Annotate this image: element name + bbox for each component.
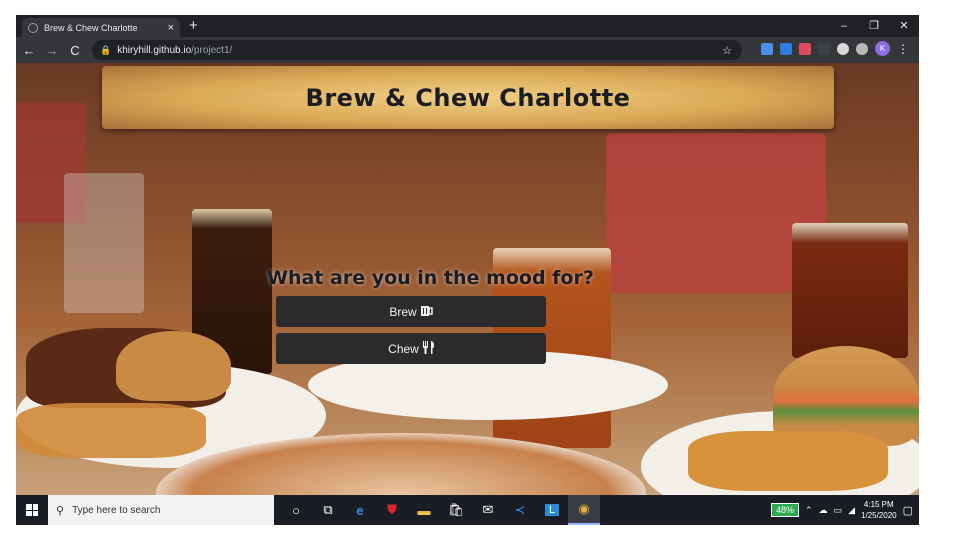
lock-icon: 🔒 [100,44,112,55]
taskbar-apps: ○ ⧉ e ⛊ ▬ 🛍 ✉ ≺ L ◉ [280,495,600,525]
window-controls: – ❐ ✕ [829,15,919,37]
site-header-banner: Brew & Chew Charlotte [102,66,834,129]
bun-left [116,331,231,401]
beer-glass-right [792,223,908,358]
clock-date: 1/25/2020 [861,511,897,520]
chrome-icon[interactable]: ◉ [568,495,600,525]
tab-strip: Brew & Chew Charlotte × + – ❐ ✕ [16,15,919,37]
utensils-icon [422,340,434,357]
mail-icon[interactable]: ✉ [472,495,504,525]
volume-icon[interactable]: ◢ [848,505,855,516]
url-path: /project1/ [191,44,233,56]
browser-menu-icon[interactable]: ⋮ [897,42,909,56]
address-bar[interactable]: 🔒 khiryhill.github.io /project1/ ☆ [92,40,742,60]
battery-indicator[interactable]: 48% [771,503,800,517]
reload-button[interactable]: C [65,43,85,58]
restore-button[interactable]: ❐ [859,15,889,37]
edge-icon[interactable]: e [344,495,376,525]
extension-icon-3[interactable] [818,42,830,55]
cortana-icon[interactable]: ○ [280,495,312,525]
cloud-icon[interactable]: ☁ [819,505,828,516]
windows-logo-icon [26,504,38,516]
system-tray: 48% ⌃ ☁ ▭ ◢ 4:15 PM 1/25/2020 ▢ [771,495,913,525]
file-explorer-icon[interactable]: ▬ [408,495,440,525]
beer-mug-icon [420,305,433,319]
browser-tab[interactable]: Brew & Chew Charlotte × [22,18,180,37]
minimize-button[interactable]: – [829,15,859,37]
tab-close-icon[interactable]: × [168,22,174,34]
network-icon[interactable]: ▭ [834,505,843,516]
mood-question: What are you in the mood for? [267,267,594,289]
browser-toolbar: ← → C 🔒 khiryhill.github.io /project1/ ☆… [16,37,919,63]
mcafee-icon[interactable]: ⛊ [376,495,408,525]
chew-button[interactable]: Chew [276,333,546,364]
start-button[interactable] [16,495,48,525]
page-viewport: Brew & Chew Charlotte What are you in th… [16,63,919,495]
back-button[interactable]: ← [19,43,39,58]
extension-icon-5[interactable] [856,42,868,55]
extensions-area: K ⋮ [761,41,909,56]
clock[interactable]: 4:15 PM 1/25/2020 [861,499,897,521]
chew-label: Chew [388,341,419,356]
l-app-icon[interactable]: L [536,495,568,525]
extension-icon-4[interactable] [837,42,849,55]
site-title: Brew & Chew Charlotte [305,83,631,112]
forward-button[interactable]: → [42,43,62,58]
new-tab-button[interactable]: + [189,18,198,34]
taskbar-search[interactable]: ⚲ Type here to search [48,495,274,525]
screen: Brew & Chew Charlotte × + – ❐ ✕ ← → C 🔒 … [16,15,919,525]
vscode-icon[interactable]: ≺ [504,495,536,525]
extension-icon-2[interactable] [780,42,792,55]
fries-right [688,431,888,491]
brew-button[interactable]: Brew [276,296,546,327]
store-icon[interactable]: 🛍 [440,495,472,525]
close-window-button[interactable]: ✕ [889,15,919,37]
task-view-icon[interactable]: ⧉ [312,495,344,525]
tab-title: Brew & Chew Charlotte [44,22,138,33]
taskbar-search-placeholder: Type here to search [72,504,161,516]
fries-left [16,403,206,458]
search-icon: ⚲ [56,504,65,517]
extension-icon-1[interactable] [761,42,773,55]
windows-taskbar: ⚲ Type here to search ○ ⧉ e ⛊ ▬ 🛍 ✉ ≺ L … [16,495,919,525]
water-glass [64,173,144,313]
clock-time: 4:15 PM [863,500,894,509]
notifications-icon[interactable]: ▢ [903,504,913,517]
globe-icon [28,22,38,33]
pocket-icon[interactable] [799,42,811,55]
bookmark-star-icon[interactable]: ☆ [722,44,732,57]
tray-chevron-icon[interactable]: ⌃ [805,505,813,516]
brew-label: Brew [389,304,417,319]
profile-avatar[interactable]: K [875,41,890,56]
url-host: khiryhill.github.io [117,44,192,56]
